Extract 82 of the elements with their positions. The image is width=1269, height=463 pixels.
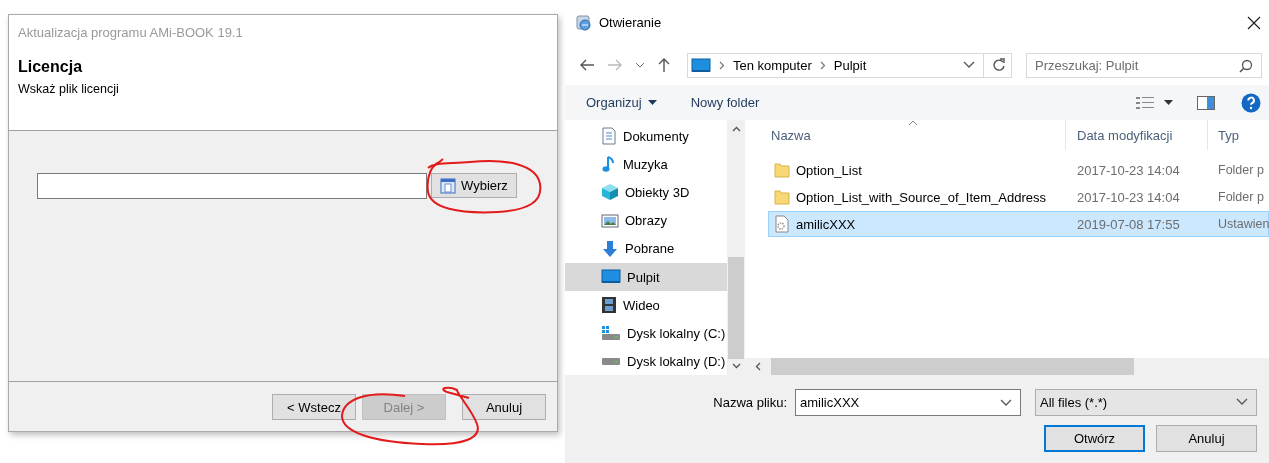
column-header[interactable]: Typ: [1208, 120, 1269, 150]
up-arrow-icon[interactable]: [657, 57, 671, 73]
dialog-button[interactable]: Otwórz: [1044, 425, 1145, 452]
chevron-down-icon: [1236, 398, 1248, 406]
file-name-field[interactable]: amilicXXX: [795, 388, 1021, 416]
breadcrumb-item[interactable]: Ten komputer: [733, 57, 812, 73]
file-type: Folder p: [1217, 190, 1265, 204]
file-name: Option_List: [796, 162, 862, 178]
film-icon: [601, 296, 617, 315]
nav-item[interactable]: Pobrane: [565, 234, 727, 263]
view-list-icon[interactable]: [1136, 95, 1154, 110]
sort-caret-icon: [908, 120, 918, 126]
chevron-right-icon: [819, 60, 826, 70]
file-row[interactable]: Option_List_with_Source_of_Item_Address 2017-10-23 14:04 Folder p: [768, 184, 1269, 210]
breadcrumb-item[interactable]: Pulpit: [833, 57, 867, 73]
document-icon: [440, 177, 456, 194]
folder-icon: [774, 189, 790, 205]
document-icon: [601, 127, 617, 146]
chevron-down-icon[interactable]: [635, 61, 645, 69]
file-name: Option_List_with_Source_of_Item_Address: [796, 189, 1047, 205]
nav-item[interactable]: Dysk lokalny (D:): [565, 347, 727, 375]
nav-item[interactable]: Obiekty 3D: [565, 178, 727, 207]
file-name-label: Nazwa pliku:: [712, 394, 788, 410]
column-header[interactable]: Data modyfikacji: [1066, 120, 1208, 150]
drive-icon: [601, 357, 621, 367]
file-type-dropdown[interactable]: All files (*.*): [1035, 388, 1257, 416]
back-arrow-icon[interactable]: [579, 58, 595, 72]
search-icon: [1239, 58, 1253, 73]
chevron-right-icon: [719, 60, 725, 70]
caret-icon: [647, 100, 657, 105]
file-row[interactable]: amilicXXX 2019-07-08 17:55 Ustawien: [768, 211, 1269, 237]
window-title: Aktualizacja programu AMi-BOOK 19.1: [18, 25, 244, 40]
refresh-icon[interactable]: [992, 58, 1006, 72]
new-folder-button[interactable]: Nowy folder: [690, 95, 760, 110]
dialog-title: Otwieranie: [599, 15, 662, 30]
scrollbar-thumb[interactable]: [771, 358, 1134, 375]
vertical-scrollbar[interactable]: [727, 120, 745, 375]
scroll-left-icon[interactable]: [755, 362, 761, 371]
chevron-down-icon[interactable]: [963, 61, 975, 69]
modified-date: 2017-10-23 14:04: [1076, 162, 1181, 178]
caret-icon[interactable]: [1164, 100, 1173, 105]
column-header[interactable]: Nazwa: [745, 120, 1066, 150]
folder-icon: [774, 162, 790, 178]
horizontal-scrollbar[interactable]: [745, 358, 1269, 375]
file-type: Folder p: [1217, 163, 1265, 177]
file-type: Ustawien: [1217, 217, 1267, 231]
organize-menu[interactable]: Organizuj: [586, 95, 657, 110]
nav-item[interactable]: Dysk lokalny (C:): [565, 319, 727, 348]
nav-item[interactable]: Dokumenty: [565, 122, 727, 151]
settings-file-icon: [774, 215, 790, 233]
file-row[interactable]: Option_List 2017-10-23 14:04 Folder p: [768, 157, 1269, 183]
nav-item[interactable]: Muzyka: [565, 150, 727, 179]
modified-date: 2019-07-08 17:55: [1076, 216, 1181, 232]
nav-item[interactable]: Obrazy: [565, 206, 727, 235]
close-icon[interactable]: [1247, 15, 1261, 30]
scroll-down-icon[interactable]: [731, 363, 741, 369]
scroll-up-icon[interactable]: [731, 126, 741, 132]
chevron-down-icon: [1000, 398, 1012, 407]
monitor-icon: [691, 57, 711, 73]
app-icon: [575, 13, 593, 32]
search-field[interactable]: Przeszukaj: Pulpit: [1026, 52, 1262, 78]
license-path-field[interactable]: [37, 173, 427, 199]
page-subtitle: Wskaż plik licencji: [18, 82, 120, 96]
scrollbar-thumb[interactable]: [728, 257, 744, 359]
address-bar[interactable]: Ten komputer Pulpit: [687, 52, 1012, 78]
wizard-button[interactable]: Anuluj: [462, 394, 546, 420]
dialog-button[interactable]: Anuluj: [1156, 425, 1257, 452]
cube-icon: [601, 183, 619, 202]
browse-button[interactable]: Wybierz: [431, 173, 517, 198]
drive-icon: [601, 325, 621, 342]
page-heading: Licencja: [18, 58, 84, 76]
nav-item[interactable]: Wideo: [565, 291, 727, 320]
wizard-button[interactable]: < Wstecz: [272, 394, 356, 420]
music-note-icon: [601, 155, 617, 174]
modified-date: 2017-10-23 14:04: [1076, 189, 1181, 205]
nav-item[interactable]: Pulpit: [565, 262, 727, 292]
help-icon[interactable]: [1241, 92, 1261, 113]
preview-pane-icon[interactable]: [1197, 95, 1215, 110]
monitor-icon: [601, 269, 621, 286]
down-arrow-icon: [601, 239, 619, 258]
picture-icon: [601, 212, 619, 229]
file-name: amilicXXX: [796, 216, 856, 232]
